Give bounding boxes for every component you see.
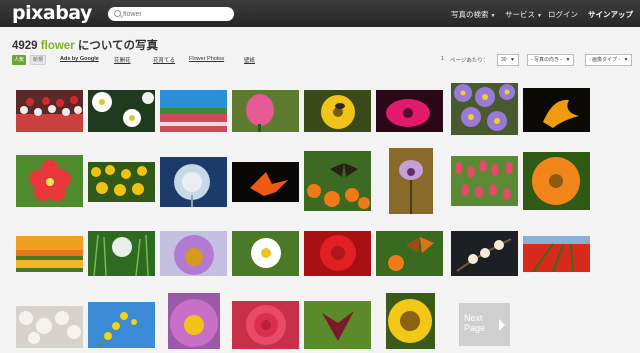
- photo-pink-gerbera[interactable]: [376, 90, 443, 132]
- photo-butterfly-on-flowers[interactable]: [304, 151, 371, 211]
- next-page-line-2: Page: [464, 323, 486, 333]
- photo-tulip-field-blue-sky[interactable]: [160, 90, 227, 132]
- photo-tulip-bed[interactable]: [451, 156, 518, 206]
- photo-purple-aster-cluster[interactable]: [451, 83, 518, 135]
- photo-yellow-flowers-sky[interactable]: [88, 302, 155, 348]
- photo-pink-rose[interactable]: [232, 301, 299, 349]
- image-type-select[interactable]: - 画像タイプ - ▼: [585, 54, 633, 66]
- photo-white-daisy[interactable]: [232, 231, 299, 276]
- photo-purple-orchid[interactable]: [389, 148, 433, 214]
- photo-bee-on-yellow-flower[interactable]: [304, 90, 371, 132]
- search-box[interactable]: [108, 7, 234, 21]
- photo-orange-gerbera[interactable]: [523, 152, 590, 210]
- nav-photo-search-label: 写真の検索: [451, 10, 489, 19]
- tab-new[interactable]: 新規: [30, 55, 46, 65]
- next-page-line-1: Next: [464, 313, 483, 323]
- search-input[interactable]: [123, 8, 228, 20]
- per-page-value: 30: [501, 57, 507, 63]
- nav-login[interactable]: ログイン: [548, 9, 578, 20]
- next-page-button[interactable]: Next Page: [459, 303, 510, 346]
- photo-butterfly-orange-flower[interactable]: [376, 231, 443, 276]
- page-number: 1: [441, 56, 445, 62]
- related-link-4[interactable]: 壁紙: [244, 56, 255, 64]
- photo-white-cherry-blossom[interactable]: [16, 306, 83, 348]
- nav-photo-search[interactable]: 写真の検索 ▼: [451, 9, 495, 20]
- top-navigation-bar: pixabay 写真の検索▼ サービス▼ ログイン サインアップ: [0, 0, 640, 27]
- photo-orange-lily[interactable]: [232, 162, 299, 202]
- search-keyword: flower: [40, 40, 75, 52]
- photo-pink-flower-yellow-center[interactable]: [168, 293, 220, 349]
- chevron-down-icon: ▼: [490, 13, 496, 19]
- chevron-down-icon: ▼: [509, 57, 515, 63]
- photo-yellow-sunflower[interactable]: [386, 293, 435, 349]
- nav-services[interactable]: サービス ▼: [505, 9, 542, 20]
- photo-white-daisies[interactable]: [88, 90, 155, 132]
- photo-dandelion-grass[interactable]: [88, 231, 155, 276]
- next-page-label: Next Page: [464, 313, 485, 333]
- photo-pink-tulip[interactable]: [232, 90, 299, 132]
- photo-orange-flower-dark[interactable]: [523, 88, 590, 132]
- photo-orange-tulip-field[interactable]: [16, 236, 83, 272]
- photo-red-white-tulip-field[interactable]: [16, 90, 83, 132]
- result-count: 4929: [12, 40, 38, 52]
- pixabay-logo[interactable]: pixabay: [12, 3, 92, 23]
- chevron-down-icon: ▼: [565, 57, 571, 63]
- related-link-3[interactable]: Flower Photos: [189, 56, 224, 62]
- image-type-value: - 画像タイプ -: [589, 57, 621, 63]
- photo-red-tulip-rows[interactable]: [523, 236, 590, 272]
- related-link-2[interactable]: 花育てる: [153, 56, 175, 64]
- search-icon: [114, 10, 121, 17]
- photo-red-flower-closeup[interactable]: [304, 231, 371, 276]
- photo-white-blossom-branch[interactable]: [451, 231, 518, 276]
- photo-purple-echinacea[interactable]: [160, 231, 227, 276]
- photo-red-hibiscus[interactable]: [16, 155, 83, 207]
- page-title: 4929 flower についての写真: [12, 37, 158, 53]
- per-page-label: ページあたり：: [450, 58, 489, 64]
- photo-dark-red-lily[interactable]: [304, 301, 371, 349]
- chevron-down-icon: ▼: [537, 13, 542, 19]
- chevron-down-icon: ▼: [623, 57, 629, 63]
- chevron-right-icon: [499, 319, 505, 331]
- nav-signup[interactable]: サインアップ: [588, 9, 633, 20]
- nav-services-label: サービス: [505, 10, 535, 19]
- orientation-select[interactable]: - 写真の向き - ▼: [527, 54, 575, 66]
- ads-by-google-link[interactable]: Ads by Google: [60, 56, 99, 62]
- orientation-value: - 写真の向き -: [531, 57, 563, 63]
- per-page-select[interactable]: 30 ▼: [497, 54, 519, 66]
- photo-dandelion-seed-head[interactable]: [160, 157, 227, 207]
- photo-yellow-flower-meadow[interactable]: [88, 162, 155, 202]
- related-link-1[interactable]: 花開花: [114, 56, 131, 64]
- tab-popular[interactable]: 人気: [12, 55, 26, 65]
- title-suffix: についての写真: [77, 40, 159, 52]
